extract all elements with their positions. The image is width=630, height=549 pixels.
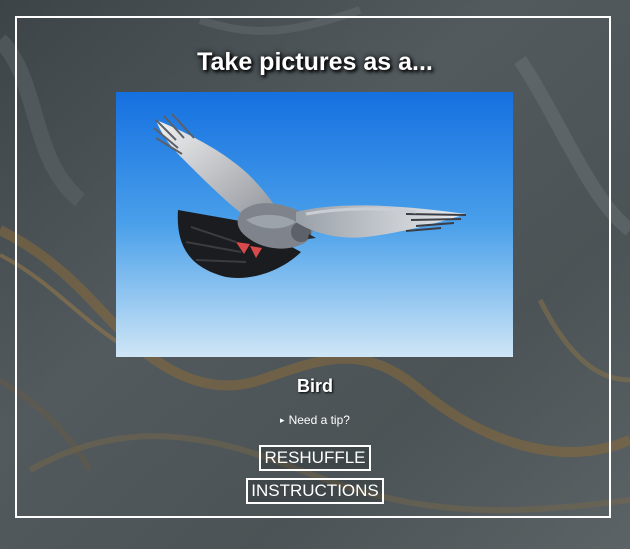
- bird-photo: [116, 92, 513, 357]
- reshuffle-button-row: RESHUFFLE: [0, 445, 630, 471]
- instructions-button-row: INSTRUCTIONS: [0, 478, 630, 504]
- tip-label: Need a tip?: [288, 413, 350, 427]
- reshuffle-button[interactable]: RESHUFFLE: [259, 445, 371, 471]
- page-title: Take pictures as a...: [197, 48, 433, 76]
- disclosure-triangle-icon: ▸: [280, 415, 285, 425]
- instructions-button[interactable]: INSTRUCTIONS: [246, 478, 384, 504]
- subject-label: Bird: [297, 376, 333, 396]
- tip-toggle[interactable]: ▸ Need a tip?: [0, 412, 630, 428]
